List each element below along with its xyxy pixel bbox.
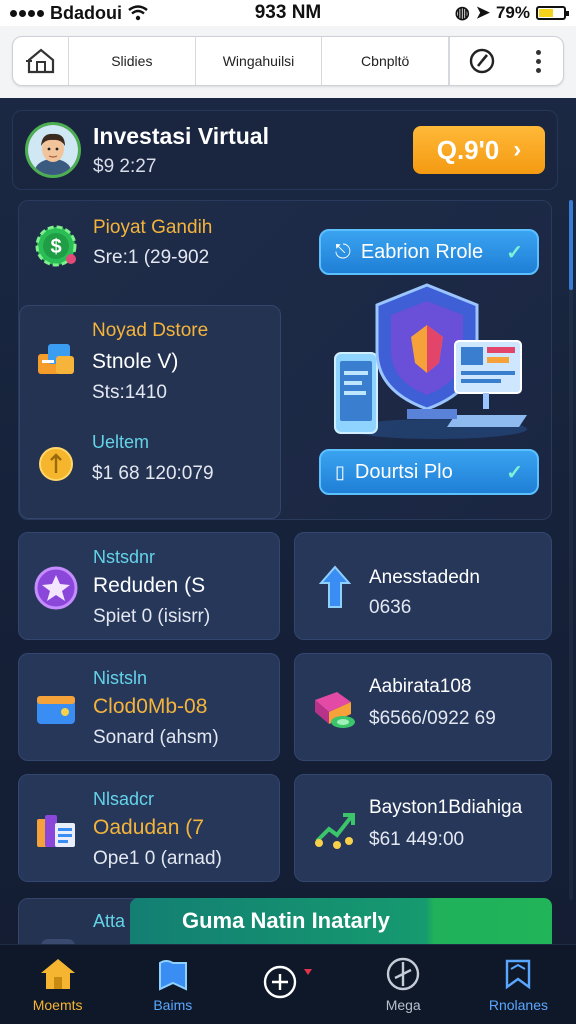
bottom-tab-bar: Moemts Baims Mega Rnolanes: [0, 944, 576, 1024]
tab-rules[interactable]: Rnolanes: [461, 945, 576, 1024]
wallet-icon: [33, 686, 79, 732]
tab-mega[interactable]: Mega: [346, 945, 461, 1024]
grid-card-cash[interactable]: Aabirata108 $6566/0922 69: [294, 653, 552, 761]
grid-card-cloud[interactable]: Nistsln Clod0Mb-08 Sonard (ahsm): [18, 653, 280, 761]
grid-card-value: $6566/0922 69: [369, 708, 496, 729]
wifi-icon: [128, 5, 148, 21]
grid-card-value: 0636: [369, 597, 412, 618]
grid-card-title: Clod0Mb-08: [93, 695, 208, 718]
scrollbar-track[interactable]: [569, 200, 573, 900]
grid-card-title: Reduden (S: [93, 574, 206, 597]
profile-button-label: Dourtsi Plo: [354, 460, 453, 483]
avatar[interactable]: [25, 122, 81, 178]
coin-icon: [36, 444, 76, 484]
more-menu-button[interactable]: [513, 37, 563, 85]
store-card[interactable]: Noyad Dstore Stnole V) Sts:1410 Ueltem $…: [19, 305, 281, 519]
grid-card-label: Nistsln: [93, 668, 148, 688]
partial-card-label: Atta: [93, 911, 126, 931]
grid-card-reward[interactable]: Nstsdnr Reduden (S Spiet 0 (isisrr): [18, 532, 280, 640]
item-label: Ueltem: [92, 432, 150, 452]
enable-role-button[interactable]: ⎋ Eabrion Rrole ✓: [319, 229, 539, 275]
profile-subtitle: $9 2:27: [93, 155, 157, 177]
carrier-label: Bdadoui: [50, 2, 122, 23]
battery-percent: 79%: [495, 3, 530, 22]
tab-add[interactable]: [230, 945, 345, 1024]
lock-rotation-icon: ◍: [454, 3, 470, 22]
profile-button[interactable]: ▯ Dourtsi Plo ✓: [319, 449, 539, 495]
balance-button[interactable]: Q.9'0 ›: [413, 126, 545, 174]
home-icon: [40, 958, 75, 989]
tab-complete[interactable]: Cbnpltö: [322, 37, 450, 85]
profile-name: Investasi Virtual: [93, 122, 269, 149]
store-value: Sts:1410: [92, 382, 167, 403]
timer-button[interactable]: [449, 37, 513, 85]
grid-card-title: Oadudan (7: [93, 816, 204, 839]
scrollbar-thumb[interactable]: [569, 200, 573, 290]
status-bar: Bdadoui 933 NM ◍ ➤ 79%: [0, 0, 576, 26]
check-icon: ✓: [506, 241, 523, 264]
location-icon: ➤: [475, 3, 490, 22]
home-button[interactable]: [13, 37, 69, 85]
security-shield-illustration: [327, 281, 531, 441]
svg-text:$: $: [50, 236, 61, 258]
item-value: $1 68 120:079: [92, 463, 214, 484]
grid-card-growth[interactable]: Bayston1Bdiahiga $61 449:00: [294, 774, 552, 882]
signal-icon: [10, 9, 44, 17]
grid-card-label: Nlsadcr: [93, 789, 155, 809]
profile-card: Investasi Virtual $9 2:27 Q.9'0 ›: [12, 110, 558, 190]
flag-icon: [506, 959, 531, 989]
tab-wingahuilsi[interactable]: Wingahuilsi: [196, 37, 323, 85]
payout-label: Pioyat Gandih: [93, 217, 213, 238]
enable-role-label: Eabrion Rrole: [360, 240, 484, 263]
cash-box-icon: [309, 682, 359, 732]
lock-icon: ▯: [335, 461, 345, 482]
grid-card-title: Aabirata108: [369, 676, 472, 697]
star-badge-icon: [33, 565, 79, 611]
home-icon: [25, 48, 54, 74]
grid-card-label: Nstsdnr: [93, 547, 156, 567]
grid-card-title: Bayston1Bdiahiga: [369, 797, 523, 818]
tab-bank[interactable]: Baims: [115, 945, 230, 1024]
main-panel: $ Pioyat Gandih Sre:1 (29-902 Noyad Dsto…: [18, 200, 552, 520]
payout-card[interactable]: $ Pioyat Gandih Sre:1 (29-902: [19, 201, 281, 293]
chevron-right-icon: ›: [513, 136, 522, 163]
tab-bank-label: Baims: [153, 996, 193, 1013]
grid-card-value: Spiet 0 (isisrr): [93, 606, 211, 627]
tab-slides[interactable]: Slidies: [69, 37, 196, 85]
promo-banner[interactable]: Guma Natin Inatarly: [130, 898, 552, 944]
growth-chart-icon: [311, 805, 357, 851]
top-nav-bar: Slidies Wingahuilsi Cbnpltö: [0, 26, 576, 98]
balance-label: Q.9'0: [436, 134, 500, 165]
battery-icon: [536, 6, 569, 20]
promo-banner-text: Guma Natin Inatarly: [182, 908, 390, 933]
grid-card-budget[interactable]: Nlsadcr Oadudan (7 Ope1 0 (arnad): [18, 774, 280, 882]
store-title: Stnole V): [92, 350, 179, 373]
grid-card-value: Sonard (ahsm): [93, 727, 219, 748]
compass-icon: [387, 957, 420, 990]
store-label: Noyad Dstore: [92, 320, 209, 341]
money-gear-icon: $: [33, 223, 79, 269]
plus-circle-icon: [263, 965, 312, 998]
clock: 933 NM: [254, 2, 322, 23]
bookmark-icon: [158, 959, 187, 991]
tab-mega-label: Mega: [385, 996, 421, 1013]
tab-home-label: Moemts: [32, 996, 83, 1013]
lock-open-icon: ⎋: [335, 240, 351, 263]
payout-value: Sre:1 (29-902: [93, 247, 210, 268]
grid-card-value: Ope1 0 (arnad): [93, 848, 222, 869]
grid-card-title: Anesstadedn: [369, 567, 480, 588]
documents-icon: [33, 807, 79, 853]
tab-home[interactable]: Moemts: [0, 945, 115, 1024]
wallet-cards-icon: [34, 336, 80, 382]
grid-card-value: $61 449:00: [369, 829, 465, 850]
tab-rules-label: Rnolanes: [488, 996, 548, 1013]
upload-arrow-icon: [317, 563, 353, 613]
timer-icon: [469, 48, 494, 74]
check-icon: ✓: [506, 461, 523, 484]
grid-card-investment[interactable]: Anesstadedn 0636: [294, 532, 552, 640]
